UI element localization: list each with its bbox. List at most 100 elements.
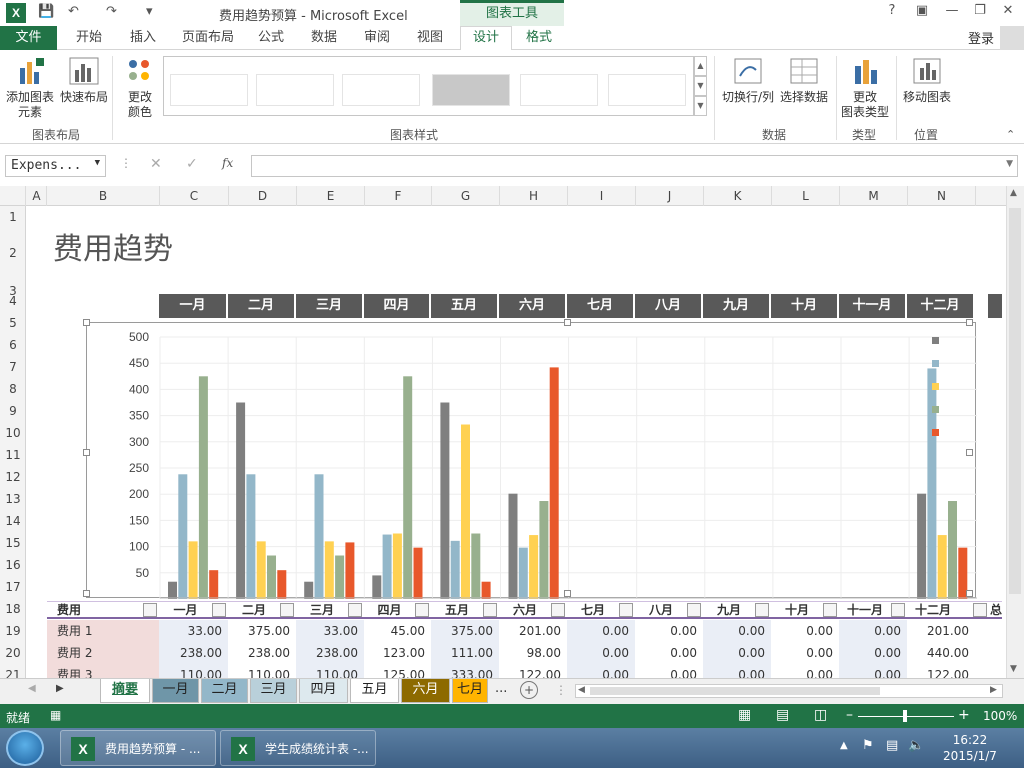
value-cell[interactable]: 0.00 xyxy=(839,664,907,678)
vertical-scrollbar[interactable]: ▲ ▼ xyxy=(1006,186,1024,678)
help-button[interactable]: ? xyxy=(880,3,904,23)
tab-formulas[interactable]: 公式 xyxy=(258,26,284,50)
select-data-button[interactable]: 选择数据 xyxy=(778,56,830,105)
zoom-slider-thumb[interactable] xyxy=(903,710,907,722)
tab-file[interactable]: 文件 xyxy=(0,26,57,50)
row-header-17[interactable]: 17 xyxy=(0,576,25,598)
row-header-14[interactable]: 14 xyxy=(0,510,25,532)
volume-icon[interactable]: 🔈 xyxy=(908,738,924,753)
value-cell[interactable]: 0.00 xyxy=(635,664,703,678)
sheet-tab-7[interactable]: 六月 xyxy=(401,679,450,703)
row-header-4[interactable]: 4 xyxy=(0,290,25,312)
chart-area[interactable]: 500 450 400 350 300 250 200 150 100 50 xyxy=(83,319,977,599)
row-header-8[interactable]: 8 xyxy=(0,378,25,400)
redo-icon[interactable]: ↷ xyxy=(106,4,117,19)
value-cell[interactable]: 201.00 xyxy=(499,620,567,642)
filter-dropdown-icon[interactable] xyxy=(823,603,837,617)
column-header-M[interactable]: M xyxy=(840,186,908,206)
zoom-out-icon[interactable]: – xyxy=(846,707,853,723)
filter-dropdown-icon[interactable] xyxy=(483,603,497,617)
chart-resize-handle[interactable] xyxy=(83,590,90,597)
tab-data[interactable]: 数据 xyxy=(311,26,337,50)
name-box-dropdown-icon[interactable]: ▼ xyxy=(95,158,100,168)
value-cell[interactable]: 0.00 xyxy=(703,620,771,642)
value-cell[interactable]: 98.00 xyxy=(499,642,567,664)
row-header-1[interactable]: 1 xyxy=(0,206,25,228)
filter-dropdown-icon[interactable] xyxy=(619,603,633,617)
sheet-tab-8[interactable]: 七月 xyxy=(452,679,488,703)
change-colors-button[interactable]: 更改 颜色 xyxy=(118,56,162,120)
row-header-19[interactable]: 19 xyxy=(0,620,25,642)
value-cell[interactable]: 33.00 xyxy=(159,620,228,642)
value-cell[interactable]: 0.00 xyxy=(839,642,907,664)
sheet-tab-3[interactable]: 二月 xyxy=(201,679,248,703)
scroll-up-icon[interactable]: ▲ xyxy=(1010,188,1017,198)
expense-name-cell[interactable]: 费用 1 xyxy=(47,620,160,642)
row-header-16[interactable]: 16 xyxy=(0,554,25,576)
column-header-H[interactable]: H xyxy=(500,186,568,206)
value-cell[interactable]: 201.00 xyxy=(907,620,975,642)
cancel-icon[interactable]: ✕ xyxy=(150,156,162,172)
zoom-in-icon[interactable]: + xyxy=(958,707,970,723)
tab-home[interactable]: 开始 xyxy=(76,26,102,50)
column-header-A[interactable]: A xyxy=(27,186,47,206)
quick-layout-button[interactable]: 快速布局 xyxy=(58,56,110,105)
add-sheet-icon[interactable]: + xyxy=(520,681,538,699)
tab-split-icon[interactable]: ⋮ xyxy=(555,683,567,697)
chart-resize-handle[interactable] xyxy=(564,319,571,326)
change-chart-type-button[interactable]: 更改 图表类型 xyxy=(838,56,892,120)
filter-dropdown-icon[interactable] xyxy=(280,603,294,617)
scroll-down-icon[interactable]: ▼ xyxy=(1010,664,1017,674)
chart-resize-handle[interactable] xyxy=(966,590,973,597)
value-cell[interactable]: 333.00 xyxy=(431,664,499,678)
value-cell[interactable]: 0.00 xyxy=(567,642,635,664)
formula-input[interactable]: ▼ xyxy=(251,155,1018,177)
start-button[interactable] xyxy=(6,730,44,766)
value-cell[interactable]: 375.00 xyxy=(228,620,296,642)
value-cell[interactable]: 0.00 xyxy=(703,642,771,664)
filter-dropdown-icon[interactable] xyxy=(551,603,565,617)
taskbar-item-budget[interactable]: X 费用趋势预算 - ... xyxy=(60,730,216,766)
row-header-11[interactable]: 11 xyxy=(0,444,25,466)
chart-resize-handle[interactable] xyxy=(83,319,90,326)
chart-style-2[interactable] xyxy=(256,74,334,106)
taskbar-item-grades[interactable]: X 学生成绩统计表 -... xyxy=(220,730,376,766)
value-cell[interactable]: 0.00 xyxy=(567,664,635,678)
macro-record-icon[interactable]: ▦ xyxy=(50,708,61,722)
tab-insert[interactable]: 插入 xyxy=(130,26,156,50)
row-header-7[interactable]: 7 xyxy=(0,356,25,378)
tab-page-layout[interactable]: 页面布局 xyxy=(182,26,234,50)
column-header-K[interactable]: K xyxy=(704,186,772,206)
page-break-view-icon[interactable]: ◫ xyxy=(814,707,827,723)
filter-dropdown-icon[interactable] xyxy=(687,603,701,617)
sign-in-link[interactable]: 登录 xyxy=(968,28,994,47)
value-cell[interactable]: 0.00 xyxy=(703,664,771,678)
value-cell[interactable]: 45.00 xyxy=(364,620,431,642)
zoom-level[interactable]: 100% xyxy=(983,709,1017,723)
scroll-thumb[interactable] xyxy=(1009,208,1021,594)
sheet-tab-4[interactable]: 三月 xyxy=(250,679,297,703)
chart-style-4[interactable] xyxy=(432,74,510,106)
chart-style-3[interactable] xyxy=(342,74,420,106)
sheet-tab-5[interactable]: 四月 xyxy=(299,679,348,703)
ribbon-display-icon[interactable]: ▣ xyxy=(910,3,934,23)
value-cell[interactable]: 440.00 xyxy=(907,642,975,664)
tab-review[interactable]: 审阅 xyxy=(364,26,390,50)
value-cell[interactable]: 0.00 xyxy=(771,642,839,664)
row-header-15[interactable]: 15 xyxy=(0,532,25,554)
tab-format[interactable]: 格式 xyxy=(526,26,552,50)
value-cell[interactable]: 33.00 xyxy=(296,620,364,642)
tab-design[interactable]: 设计 xyxy=(460,26,512,51)
select-all-corner[interactable] xyxy=(0,186,26,206)
column-header-J[interactable]: J xyxy=(636,186,704,206)
expand-formula-icon[interactable]: ▼ xyxy=(1006,159,1013,169)
worksheet[interactable]: 费用趋势 一月 二月 三月 四月 五月 六月 七月 八月 九月 十月 十一月 十二月 500 450 40… xyxy=(27,206,1002,678)
gallery-more[interactable]: ▼ xyxy=(694,96,707,116)
filter-dropdown-icon[interactable] xyxy=(143,603,157,617)
expense-name-cell[interactable]: 费用 3 xyxy=(47,664,160,678)
row-header-18[interactable]: 18 xyxy=(0,598,25,620)
row-header-5[interactable]: 5 xyxy=(0,312,25,334)
close-icon[interactable]: ✕ xyxy=(996,3,1020,23)
chart-resize-handle[interactable] xyxy=(564,590,571,597)
flag-icon[interactable]: ⚑ xyxy=(862,738,874,753)
